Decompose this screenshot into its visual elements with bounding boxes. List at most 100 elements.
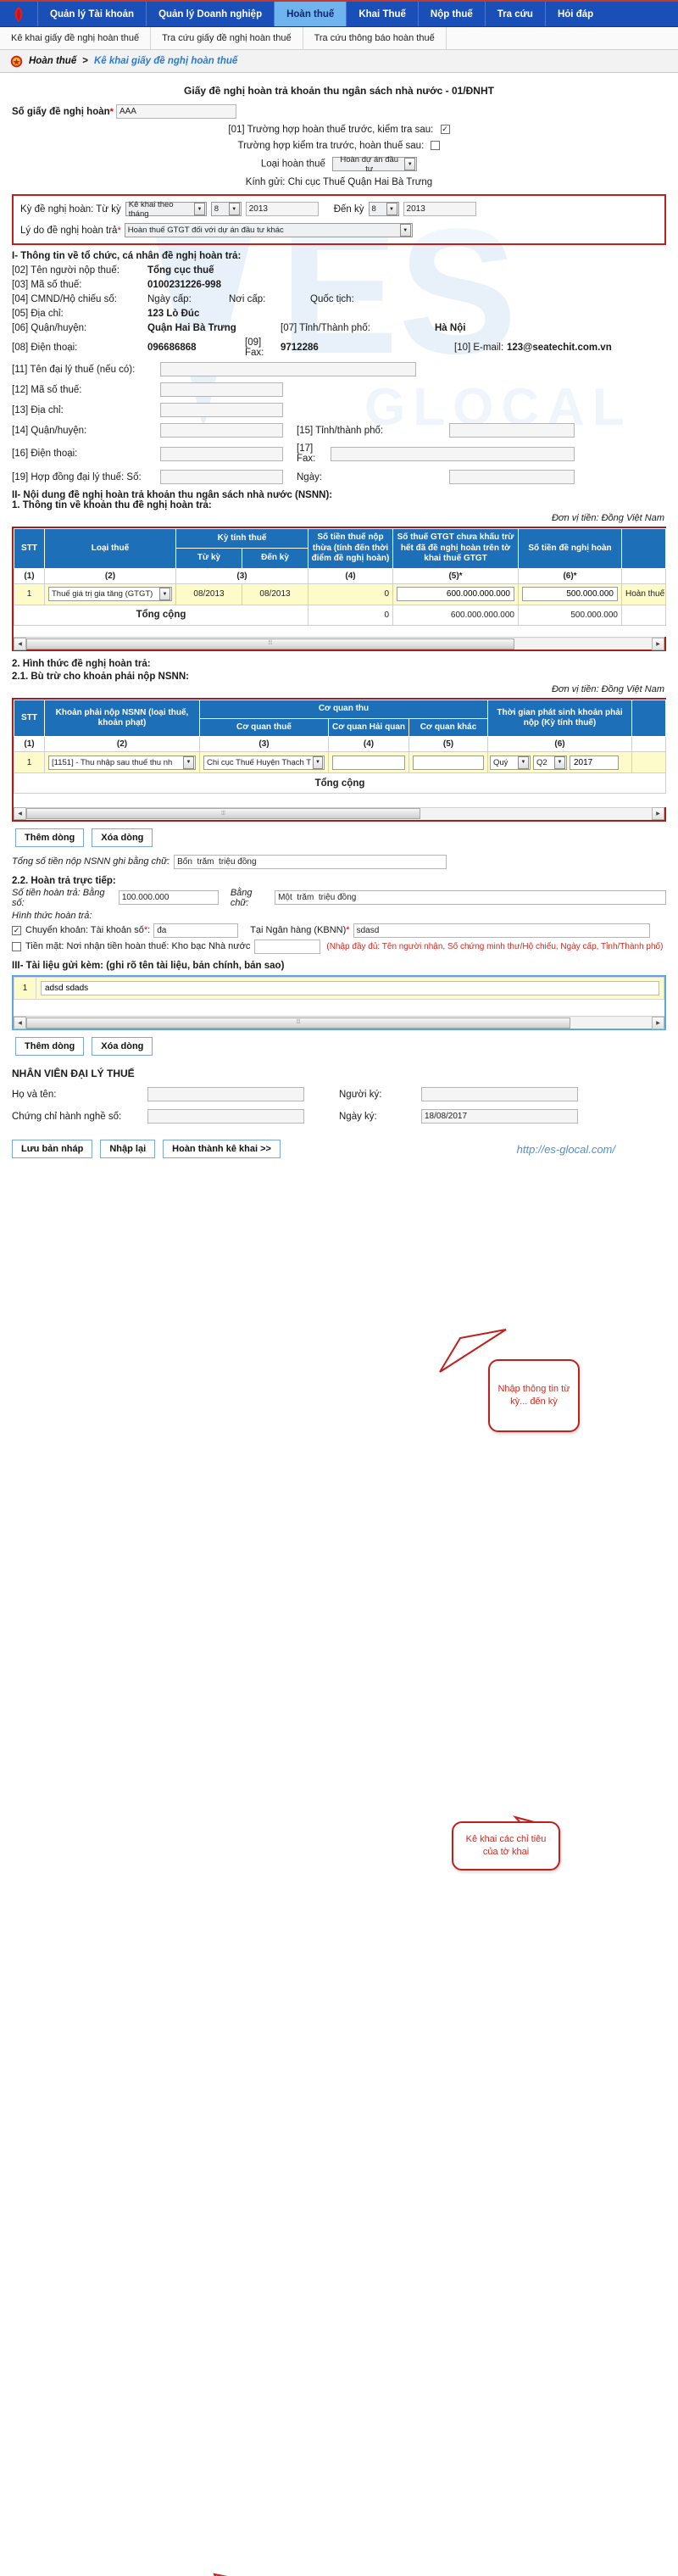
scroll-right-icon[interactable]: ▶ — [652, 1016, 664, 1029]
ky-from-year-input[interactable] — [245, 202, 319, 216]
khoan-select[interactable]: [1151] - Thu nhập sau thuế thu nh ▼ — [48, 755, 196, 770]
f11-input[interactable] — [160, 362, 416, 376]
nav-item-quan-ly-doanh-nghiep[interactable]: Quản lý Doanh nghiệp — [146, 2, 274, 26]
breadcrumb-separator: > — [82, 56, 88, 66]
att-input[interactable] — [41, 980, 659, 995]
callout-indicators: Kê khai các chỉ tiêu của tờ khai — [452, 1821, 560, 1871]
case1-row: [01] Trường hợp hoàn thuế trước, kiểm tr… — [12, 125, 666, 135]
breadcrumb: Hoàn thuế > Kê khai giấy đề nghị hoàn th… — [0, 50, 678, 73]
ky-type-select[interactable]: Kê khai theo tháng ▼ — [125, 200, 207, 219]
f16-input[interactable] — [160, 446, 283, 461]
table1-horizontal-scrollbar[interactable]: ◀ ⦙⦙⦙ ▶ — [14, 637, 664, 650]
scroll-thumb[interactable]: ⦙⦙⦙ — [26, 1017, 571, 1029]
breadcrumb-root[interactable]: Hoàn thuế — [29, 56, 76, 66]
transfer-checkbox[interactable]: ✓ — [12, 925, 21, 935]
nganhang-input[interactable] — [353, 923, 650, 938]
f14-input[interactable] — [160, 423, 283, 438]
loaithue-select[interactable]: Thuế giá trị gia tăng (GTGT) ▼ — [48, 587, 172, 601]
ky-from-month-select[interactable]: 8 ▼ — [210, 202, 242, 216]
loai-hoan-select[interactable]: Hoàn dự án đầu tư ▼ — [332, 155, 418, 174]
scroll-track[interactable]: ⦙⦙⦙ — [26, 1017, 652, 1029]
ngayky-input[interactable] — [421, 1109, 578, 1124]
fax-label: [09] Fax: — [245, 337, 264, 358]
info-row-ten-nnt: [02] Tên người nộp thuế: Tổng cục thuế — [12, 265, 666, 276]
hoten-input[interactable] — [147, 1087, 304, 1101]
subnav-item-tra-cuu-thong-bao[interactable]: Tra cứu thông báo hoàn thuế — [303, 27, 447, 49]
cell-loaithue: Thuế giá trị gia tăng (GTGT) ▼ — [44, 583, 176, 605]
denghihoan-input[interactable] — [522, 587, 618, 601]
nav-label: Hoàn thuế — [286, 8, 335, 20]
table1-wrapper: STT Loại thuế Kỳ tính thuế Số tiền thuế … — [12, 527, 666, 651]
scroll-thumb[interactable]: ⦙⦙⦙ — [26, 638, 514, 650]
case2-checkbox[interactable] — [431, 141, 441, 151]
cash-checkbox[interactable] — [12, 941, 21, 951]
scroll-left-icon[interactable]: ◀ — [14, 807, 26, 820]
f13-label: [13] Địa chỉ: — [12, 404, 64, 415]
sotien-input[interactable] — [118, 890, 219, 905]
cqthue-value: Chi cục Thuế Huyện Thạch Thất — [207, 757, 312, 767]
ngay-input[interactable] — [449, 470, 575, 484]
taikhoan-input[interactable] — [153, 923, 239, 938]
att-blank-row — [14, 999, 664, 1016]
add-attachment-row-button[interactable]: Thêm dòng — [15, 1037, 85, 1056]
attachments-horizontal-scrollbar[interactable]: ◀ ⦙⦙⦙ ▶ — [14, 1016, 664, 1029]
ky-to-month-value: 8 — [371, 204, 376, 214]
f17-input[interactable] — [331, 446, 575, 461]
chevron-down-icon: ▼ — [399, 224, 411, 237]
scroll-right-icon[interactable]: ▶ — [652, 637, 664, 650]
chungchi-input[interactable] — [147, 1109, 304, 1124]
footer-link[interactable]: http://es-glocal.com/ — [517, 1143, 615, 1156]
ky-type-select[interactable]: Quý ▼ — [490, 755, 531, 770]
bangchu-input[interactable] — [174, 854, 447, 869]
nguoiky-input[interactable] — [421, 1087, 578, 1101]
scroll-thumb[interactable]: ⦙⦙⦙ — [26, 808, 420, 819]
add-row-button[interactable]: Thêm dòng — [15, 828, 85, 847]
save-draft-button[interactable]: Lưu bản nháp — [12, 1140, 93, 1158]
cqthue-select[interactable]: Chi cục Thuế Huyện Thạch Thất ▼ — [203, 755, 325, 770]
dienthoai-value: 096686868 — [147, 343, 197, 353]
table2-horizontal-scrollbar[interactable]: ◀ ⦙⦙⦙ ▶ — [14, 806, 664, 820]
so-giay-input[interactable] — [115, 104, 236, 119]
scroll-left-icon[interactable]: ◀ — [14, 1016, 26, 1029]
transfer-row: ✓ Chuyển khoản: Tài khoản số*: Tại Ngân … — [12, 923, 666, 938]
delete-row-button[interactable]: Xóa dòng — [92, 828, 153, 847]
complete-declaration-button[interactable]: Hoàn thành kê khai >> — [163, 1140, 281, 1158]
scroll-track[interactable]: ⦙⦙⦙ — [26, 808, 652, 819]
tienmat-input[interactable] — [254, 939, 321, 954]
total-in-words-row: Tổng số tiền nộp NSNN ghi bằng chữ: — [12, 854, 666, 869]
subnav-item-tra-cuu-giay[interactable]: Tra cứu giấy đề nghị hoàn thuế — [151, 27, 303, 49]
ky-year-input[interactable] — [570, 755, 619, 770]
ky-to-month-select[interactable]: 8 ▼ — [368, 202, 399, 216]
lydo-select[interactable]: Hoàn thuế GTGT đối với dự án đầu tư khác… — [124, 223, 413, 237]
ky-quarter-select[interactable]: Q2 ▼ — [533, 755, 567, 770]
cell-blank — [631, 751, 666, 773]
delete-attachment-row-button[interactable]: Xóa dòng — [92, 1037, 153, 1056]
signature-title: NHÂN VIÊN ĐẠI LÝ THUẾ — [12, 1068, 135, 1079]
table-row: 1 Thuế giá trị gia tăng (GTGT) ▼ 08/2013… — [14, 583, 666, 605]
cqhaiquan-input[interactable] — [332, 755, 405, 770]
ky-to-year-input[interactable] — [403, 202, 476, 216]
scroll-track[interactable]: ⦙⦙⦙ — [26, 638, 652, 650]
bangchu-input[interactable] — [275, 890, 666, 905]
scroll-right-icon[interactable]: ▶ — [652, 807, 664, 820]
f15-input[interactable] — [449, 423, 575, 438]
f12-input[interactable] — [160, 382, 283, 397]
nav-item-khai-thue[interactable]: Khai Thuế — [346, 2, 418, 26]
scroll-left-icon[interactable]: ◀ — [14, 637, 26, 650]
nav-item-hoan-thue[interactable]: Hoàn thuế — [274, 2, 347, 26]
total-label: Tổng cộng — [14, 604, 308, 626]
vn-emblem-icon[interactable] — [0, 2, 37, 26]
case1-checkbox[interactable]: ✓ — [440, 125, 450, 135]
reset-button[interactable]: Nhập lại — [100, 1140, 156, 1158]
f19-input[interactable] — [160, 470, 283, 484]
nav-item-hoi-dap[interactable]: Hỏi đáp — [544, 2, 605, 26]
gtgt-input[interactable] — [397, 587, 514, 601]
cqkhac-input[interactable] — [413, 755, 484, 770]
nav-item-nop-thue[interactable]: Nộp thuế — [417, 2, 485, 26]
f13-input[interactable] — [160, 403, 283, 417]
nav-item-quan-ly-tai-khoan[interactable]: Quản lý Tài khoản — [37, 2, 146, 26]
nav-item-tra-cuu[interactable]: Tra cứu — [484, 2, 545, 26]
chungchi-row: Chứng chỉ hành nghề số: — [12, 1109, 339, 1124]
subnav-item-ke-khai[interactable]: Kê khai giấy đề nghị hoàn thuế — [0, 27, 152, 49]
tinh-label: [07] Tỉnh/Thành phố: — [281, 323, 370, 333]
